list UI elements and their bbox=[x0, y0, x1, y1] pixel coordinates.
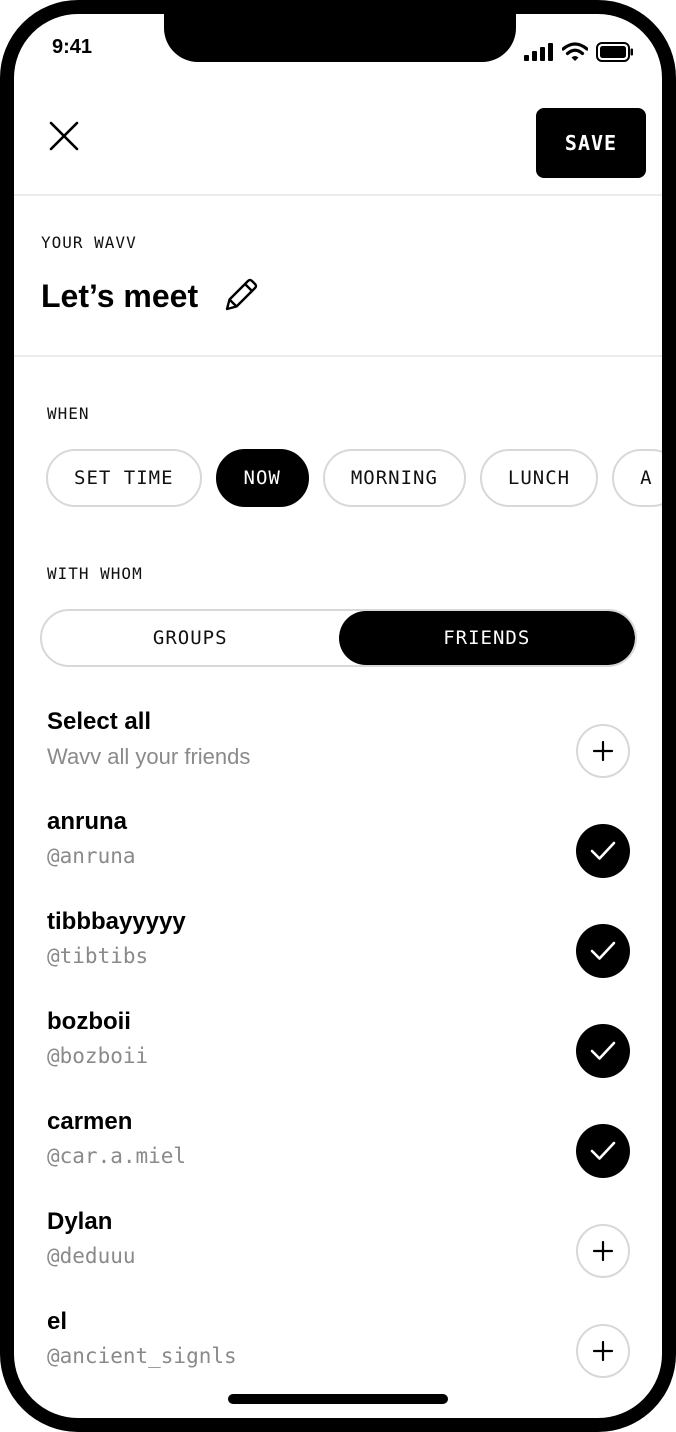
cellular-signal-icon bbox=[524, 43, 553, 61]
friend-handle: @car.a.miel bbox=[47, 1144, 187, 1168]
tab-friends[interactable]: FRIENDS bbox=[338, 611, 635, 665]
tab-groups[interactable]: GROUPS bbox=[42, 611, 339, 665]
friend-selected-toggle[interactable] bbox=[576, 824, 630, 878]
battery-icon bbox=[596, 42, 633, 62]
select-all-subtitle: Wavv all your friends bbox=[47, 744, 251, 769]
friends-list: Select all Wavv all your friends anruna … bbox=[47, 704, 630, 1404]
close-icon bbox=[49, 121, 79, 151]
friend-handle: @tibtibs bbox=[47, 944, 149, 968]
friend-add-button[interactable] bbox=[576, 1324, 630, 1378]
friend-handle: @anruna bbox=[47, 844, 136, 868]
plus-icon bbox=[592, 1240, 614, 1262]
friend-name: bozboii bbox=[47, 1008, 131, 1035]
when-chips: SET TIME NOW MORNING LUNCH A bbox=[46, 449, 662, 507]
friend-name: el bbox=[47, 1308, 68, 1335]
phone-frame: 9:41 SAVE YOUR WAVV Let’s meet WHEN SET … bbox=[0, 0, 676, 1432]
chip-lunch[interactable]: LUNCH bbox=[479, 449, 599, 507]
list-item[interactable]: tibbbayyyyy @tibtibs bbox=[47, 904, 630, 1004]
list-item[interactable]: carmen @car.a.miel bbox=[47, 1104, 630, 1204]
check-icon bbox=[590, 841, 616, 860]
header-divider bbox=[14, 194, 662, 196]
list-item[interactable]: anruna @anruna bbox=[47, 804, 630, 904]
friend-handle: @ancient_signls bbox=[47, 1344, 237, 1368]
friend-selected-toggle[interactable] bbox=[576, 1024, 630, 1078]
wavv-divider bbox=[14, 355, 662, 357]
plus-icon bbox=[592, 740, 614, 762]
your-wavv-label: YOUR WAVV bbox=[41, 233, 137, 252]
check-icon bbox=[590, 1141, 616, 1160]
chip-truncated[interactable]: A bbox=[612, 449, 662, 507]
select-all-add-button[interactable] bbox=[576, 724, 630, 778]
chip-now[interactable]: NOW bbox=[215, 449, 309, 507]
friend-name: carmen bbox=[47, 1108, 133, 1135]
wavv-title-row: Let’s meet bbox=[41, 276, 260, 316]
close-button[interactable] bbox=[42, 114, 86, 158]
home-indicator bbox=[228, 1394, 448, 1404]
chip-set-time[interactable]: SET TIME bbox=[46, 449, 202, 507]
friend-add-button[interactable] bbox=[576, 1224, 630, 1278]
friend-name: anruna bbox=[47, 808, 128, 835]
chip-morning[interactable]: MORNING bbox=[322, 449, 466, 507]
friend-handle: @bozboii bbox=[47, 1044, 149, 1068]
list-item[interactable]: Dylan @deduuu bbox=[47, 1204, 630, 1304]
friend-name: tibbbayyyyy bbox=[47, 908, 186, 935]
when-label: WHEN bbox=[47, 404, 90, 423]
select-all-row[interactable]: Select all Wavv all your friends bbox=[47, 704, 630, 804]
friend-handle: @deduuu bbox=[47, 1244, 136, 1268]
select-all-title: Select all bbox=[47, 708, 152, 735]
list-item[interactable]: el @ancient_signls bbox=[47, 1304, 630, 1404]
pencil-icon[interactable] bbox=[220, 276, 260, 316]
with-whom-label: WITH WHOM bbox=[47, 564, 143, 583]
check-icon bbox=[590, 941, 616, 960]
check-icon bbox=[590, 1041, 616, 1060]
list-item[interactable]: bozboii @bozboii bbox=[47, 1004, 630, 1104]
wifi-icon bbox=[562, 42, 588, 61]
device-notch bbox=[164, 14, 516, 62]
with-whom-toggle: GROUPS FRIENDS bbox=[40, 609, 637, 667]
plus-icon bbox=[592, 1340, 614, 1362]
save-button[interactable]: SAVE bbox=[536, 108, 646, 178]
friend-selected-toggle[interactable] bbox=[576, 924, 630, 978]
status-time: 9:41 bbox=[52, 36, 93, 58]
friend-name: Dylan bbox=[47, 1208, 113, 1235]
friend-selected-toggle[interactable] bbox=[576, 1124, 630, 1178]
wavv-title: Let’s meet bbox=[41, 277, 199, 314]
status-icons bbox=[524, 42, 634, 62]
